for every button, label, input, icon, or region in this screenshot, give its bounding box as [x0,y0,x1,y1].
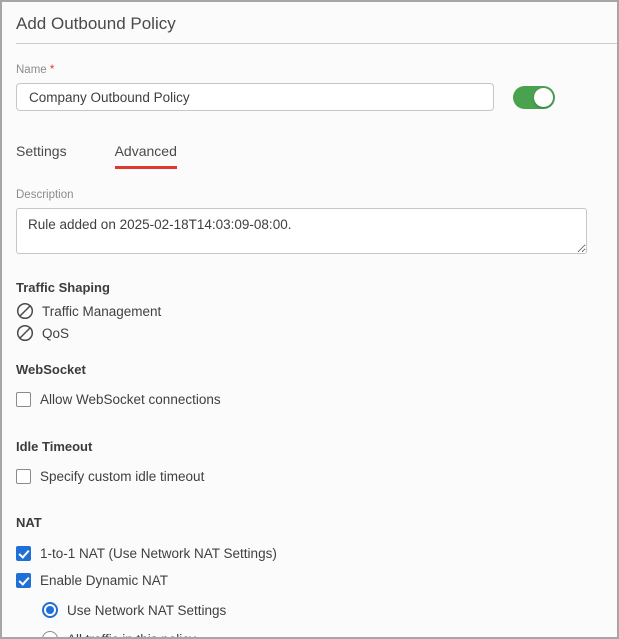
tab-advanced[interactable]: Advanced [114,143,177,169]
one-to-one-nat-checkbox[interactable] [16,546,31,561]
use-network-nat-settings-radio[interactable] [42,602,58,618]
no-entry-icon [16,302,34,320]
no-entry-icon [16,324,34,342]
page-title: Add Outbound Policy [16,14,176,33]
traffic-management-label: Traffic Management [42,303,162,319]
idle-timeout-heading: Idle Timeout [16,439,93,454]
one-to-one-nat-label: 1-to-1 NAT (Use Network NAT Settings) [40,546,277,561]
name-label: Name * [16,64,55,76]
custom-idle-timeout-label: Specify custom idle timeout [40,469,205,484]
qos-label: QoS [42,325,70,341]
enable-dynamic-nat-label: Enable Dynamic NAT [40,573,169,588]
enable-dynamic-nat-checkbox[interactable] [16,573,31,588]
all-traffic-in-policy-radio[interactable] [42,631,58,637]
description-label: Description [16,189,74,201]
traffic-shaping-heading: Traffic Shaping [16,280,110,295]
required-asterisk: * [49,64,55,76]
allow-websocket-label: Allow WebSocket connections [40,392,221,407]
qos-item[interactable]: QoS [16,324,603,342]
add-outbound-policy-panel: Add Outbound Policy Name * Settings Adva… [0,0,619,639]
title-divider [16,43,617,44]
allow-websocket-checkbox[interactable] [16,392,31,407]
tab-settings[interactable]: Settings [16,143,67,169]
tab-bar: Settings Advanced [16,143,603,169]
use-network-nat-settings-label: Use Network NAT Settings [67,602,227,618]
nat-heading: NAT [16,515,42,530]
name-input[interactable] [16,83,494,111]
custom-idle-timeout-checkbox[interactable] [16,469,31,484]
policy-enabled-toggle[interactable] [513,85,555,109]
all-traffic-in-policy-label: All traffic in this policy [67,631,196,639]
websocket-heading: WebSocket [16,362,86,377]
description-textarea[interactable]: Rule added on 2025-02-18T14:03:09-08:00. [16,208,587,254]
toggle-knob [534,87,553,107]
traffic-management-item[interactable]: Traffic Management [16,302,603,320]
